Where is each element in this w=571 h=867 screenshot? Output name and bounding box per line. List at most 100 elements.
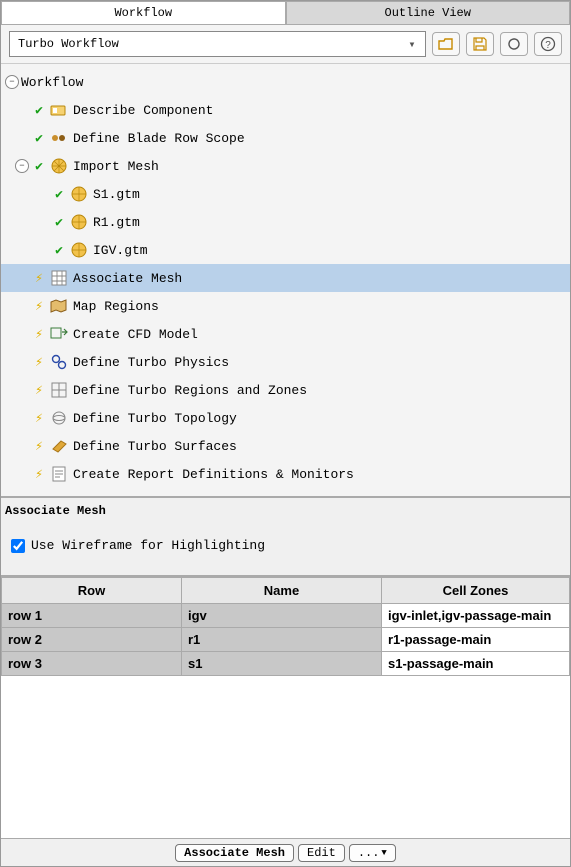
check-icon: ✔ [31, 159, 47, 174]
use-wireframe-input[interactable] [11, 539, 25, 553]
open-folder-button[interactable] [432, 32, 460, 56]
col-header-name[interactable]: Name [182, 578, 382, 604]
tree-item-associate-mesh[interactable]: ⚡ Associate Mesh [1, 264, 570, 292]
table-row[interactable]: row 3 s1 s1-passage-main [2, 652, 570, 676]
tree-item-mesh-s1[interactable]: ✔ S1.gtm [1, 180, 570, 208]
tree-item-define-turbo-topology[interactable]: ⚡ Define Turbo Topology [1, 404, 570, 432]
tree-item-label: Define Blade Row Scope [73, 131, 245, 146]
tree-item-label: R1.gtm [93, 215, 140, 230]
use-wireframe-checkbox[interactable]: Use Wireframe for Highlighting [11, 538, 560, 553]
tree-item-mesh-r1[interactable]: ✔ R1.gtm [1, 208, 570, 236]
tree-item-label: S1.gtm [93, 187, 140, 202]
lightning-icon: ⚡ [31, 327, 47, 342]
tree-item-label: Map Regions [73, 299, 159, 314]
tree-root-workflow[interactable]: − Workflow [1, 68, 570, 96]
cfd-icon [49, 324, 69, 344]
cell-zones[interactable]: igv-inlet,igv-passage-main [382, 604, 570, 628]
tree-item-describe-component[interactable]: ✔ Describe Component [1, 96, 570, 124]
associate-mesh-button[interactable]: Associate Mesh [175, 844, 294, 862]
scope-icon [49, 128, 69, 148]
workflow-tree: − Workflow ✔ Describe Component ✔ Define… [1, 64, 570, 496]
map-icon [49, 296, 69, 316]
cell-row: row 3 [2, 652, 182, 676]
check-icon: ✔ [31, 103, 47, 118]
mesh-sphere-icon [69, 240, 89, 260]
tree-item-label: Define Turbo Topology [73, 411, 237, 426]
surfaces-icon [49, 436, 69, 456]
table-row[interactable]: row 1 igv igv-inlet,igv-passage-main [2, 604, 570, 628]
tree-root-label: Workflow [21, 75, 83, 90]
tab-workflow[interactable]: Workflow [1, 1, 286, 24]
cell-zones[interactable]: r1-passage-main [382, 628, 570, 652]
chevron-down-icon: ▼ [381, 848, 386, 858]
col-header-cell-zones[interactable]: Cell Zones [382, 578, 570, 604]
more-label: ... [358, 846, 380, 860]
tree-item-map-regions[interactable]: ⚡ Map Regions [1, 292, 570, 320]
tree-item-import-mesh[interactable]: − ✔ Import Mesh [1, 152, 570, 180]
cell-name[interactable]: igv [182, 604, 382, 628]
cell-name[interactable]: r1 [182, 628, 382, 652]
mesh-sphere-icon [69, 184, 89, 204]
lightning-icon: ⚡ [31, 411, 47, 426]
table-row[interactable]: row 2 r1 r1-passage-main [2, 628, 570, 652]
lightning-icon: ⚡ [31, 467, 47, 482]
physics-icon [49, 352, 69, 372]
tab-bar: Workflow Outline View [1, 1, 570, 25]
action-bar: Associate Mesh Edit ... ▼ [1, 838, 570, 866]
panel-title: Associate Mesh [1, 496, 570, 522]
refresh-button[interactable] [500, 32, 528, 56]
lightning-icon: ⚡ [31, 439, 47, 454]
mesh-sphere-icon [49, 156, 69, 176]
check-icon: ✔ [51, 243, 67, 258]
tree-item-label: Define Turbo Regions and Zones [73, 383, 307, 398]
cell-name[interactable]: s1 [182, 652, 382, 676]
help-button[interactable]: ? [534, 32, 562, 56]
check-icon: ✔ [31, 131, 47, 146]
check-icon: ✔ [51, 187, 67, 202]
report-icon [49, 464, 69, 484]
lightning-icon: ⚡ [31, 355, 47, 370]
regions-icon [49, 380, 69, 400]
tree-item-mesh-igv[interactable]: ✔ IGV.gtm [1, 236, 570, 264]
associate-mesh-table: Row Name Cell Zones row 1 igv igv-inlet,… [1, 576, 570, 838]
grid-icon [49, 268, 69, 288]
edit-button[interactable]: Edit [298, 844, 345, 862]
lightning-icon: ⚡ [31, 271, 47, 286]
workflow-select[interactable]: Turbo Workflow ▾ [9, 31, 426, 57]
tree-item-define-blade-row-scope[interactable]: ✔ Define Blade Row Scope [1, 124, 570, 152]
cell-zones[interactable]: s1-passage-main [382, 652, 570, 676]
save-button[interactable] [466, 32, 494, 56]
tree-item-define-turbo-regions[interactable]: ⚡ Define Turbo Regions and Zones [1, 376, 570, 404]
tree-item-label: Define Turbo Physics [73, 355, 229, 370]
mesh-sphere-icon [69, 212, 89, 232]
use-wireframe-label: Use Wireframe for Highlighting [31, 538, 265, 553]
collapse-icon[interactable]: − [15, 159, 29, 173]
tree-item-label: Create Report Definitions & Monitors [73, 467, 354, 482]
cell-row: row 1 [2, 604, 182, 628]
lightning-icon: ⚡ [31, 383, 47, 398]
lightning-icon: ⚡ [31, 299, 47, 314]
tree-item-label: Import Mesh [73, 159, 159, 174]
component-icon [49, 100, 69, 120]
tree-item-label: Create CFD Model [73, 327, 198, 342]
topology-icon [49, 408, 69, 428]
tree-item-define-turbo-surfaces[interactable]: ⚡ Define Turbo Surfaces [1, 432, 570, 460]
tree-item-create-cfd-model[interactable]: ⚡ Create CFD Model [1, 320, 570, 348]
toolbar: Turbo Workflow ▾ ? [1, 25, 570, 64]
more-actions-button[interactable]: ... ▼ [349, 844, 396, 862]
chevron-down-icon: ▾ [403, 37, 421, 52]
check-icon: ✔ [51, 215, 67, 230]
tree-item-label: Describe Component [73, 103, 213, 118]
workflow-select-value: Turbo Workflow [18, 37, 403, 51]
tab-outline-view[interactable]: Outline View [286, 1, 571, 24]
panel-body: Use Wireframe for Highlighting [1, 522, 570, 576]
tree-item-define-turbo-physics[interactable]: ⚡ Define Turbo Physics [1, 348, 570, 376]
tree-item-create-report[interactable]: ⚡ Create Report Definitions & Monitors [1, 460, 570, 488]
col-header-row[interactable]: Row [2, 578, 182, 604]
cell-row: row 2 [2, 628, 182, 652]
collapse-icon[interactable]: − [5, 75, 19, 89]
tree-item-label: Define Turbo Surfaces [73, 439, 237, 454]
tree-item-label: IGV.gtm [93, 243, 148, 258]
svg-text:?: ? [545, 40, 551, 51]
tree-item-label: Associate Mesh [73, 271, 182, 286]
